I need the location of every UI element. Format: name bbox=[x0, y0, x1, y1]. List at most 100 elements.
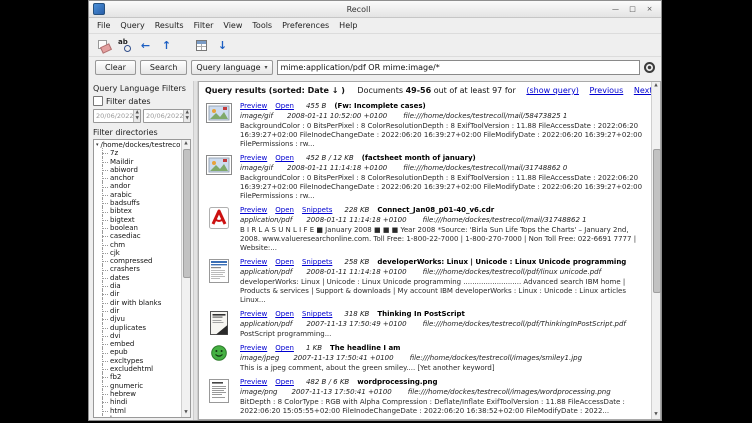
preview-link[interactable]: Preview bbox=[240, 310, 267, 318]
result-row[interactable]: PreviewOpen837 B / 115 KBGeorge Scott im… bbox=[205, 418, 647, 419]
next-page-icon[interactable]: ↓ bbox=[215, 38, 230, 53]
tree-item[interactable]: embed bbox=[96, 340, 181, 348]
table-view-icon[interactable] bbox=[194, 38, 209, 53]
menu-file[interactable]: File bbox=[92, 20, 115, 31]
preview-link[interactable]: Preview bbox=[240, 102, 267, 110]
tree-scrollbar-thumb[interactable] bbox=[183, 149, 191, 278]
clear-button[interactable]: Clear bbox=[95, 60, 136, 75]
previous-page-icon[interactable]: ← bbox=[138, 38, 153, 53]
menu-query[interactable]: Query bbox=[115, 20, 149, 31]
date-to-spinner[interactable]: ▲▼ bbox=[183, 110, 190, 122]
tree-item[interactable]: boolean bbox=[96, 224, 181, 232]
search-mode-select[interactable]: Query language ▾ bbox=[191, 60, 272, 75]
query-input[interactable] bbox=[277, 60, 640, 75]
preview-link[interactable]: Preview bbox=[240, 206, 267, 214]
scroll-up-icon[interactable]: ▲ bbox=[182, 140, 190, 148]
preview-link[interactable]: Preview bbox=[240, 154, 267, 162]
tree-item[interactable]: dvi bbox=[96, 332, 181, 340]
tree-item[interactable]: abiword bbox=[96, 166, 181, 174]
results-scrollbar-thumb[interactable] bbox=[653, 149, 661, 293]
results-scrollbar[interactable]: ▲ ▼ bbox=[651, 82, 660, 419]
term-explorer-icon[interactable] bbox=[117, 38, 132, 53]
tree-item[interactable]: badsuffs bbox=[96, 199, 181, 207]
scroll-down-icon[interactable]: ▼ bbox=[652, 411, 660, 419]
menu-tools[interactable]: Tools bbox=[247, 20, 277, 31]
date-from-spinner[interactable]: ▲▼ bbox=[133, 110, 140, 122]
open-link[interactable]: Open bbox=[275, 102, 294, 110]
tree-item[interactable]: anchor bbox=[96, 174, 181, 182]
menu-filter[interactable]: Filter bbox=[189, 20, 219, 31]
tree-item[interactable]: dir bbox=[96, 307, 181, 315]
preview-link[interactable]: Preview bbox=[240, 378, 267, 386]
tree-item[interactable]: chm bbox=[96, 241, 181, 249]
menu-help[interactable]: Help bbox=[334, 20, 362, 31]
tree-item[interactable]: casediac bbox=[96, 232, 181, 240]
date-from-field[interactable]: 20/06/2022 ▲▼ bbox=[93, 109, 141, 123]
result-row[interactable]: PreviewOpenSnippets258 KBdeveloperWorks:… bbox=[205, 255, 647, 307]
spin-down-icon[interactable]: ▼ bbox=[134, 116, 140, 122]
minimize-button[interactable]: — bbox=[608, 3, 623, 16]
titlebar[interactable]: Recoll — □ × bbox=[89, 1, 661, 18]
menu-view[interactable]: View bbox=[218, 20, 247, 31]
preview-link[interactable]: Preview bbox=[240, 258, 267, 266]
tree-item[interactable]: hebrew bbox=[96, 390, 181, 398]
open-link[interactable]: Open bbox=[275, 378, 294, 386]
date-to-field[interactable]: 20/06/2022 ▲▼ bbox=[143, 109, 191, 123]
tree-item[interactable]: cjk bbox=[96, 249, 181, 257]
result-row[interactable]: PreviewOpen482 B / 6 KBwordprocessing.pn… bbox=[205, 375, 647, 418]
open-link[interactable]: Open bbox=[275, 206, 294, 214]
tree-item[interactable]: epub bbox=[96, 348, 181, 356]
open-link[interactable]: Open bbox=[275, 258, 294, 266]
maximize-button[interactable]: □ bbox=[625, 3, 640, 16]
filter-dates-checkbox[interactable] bbox=[93, 96, 103, 106]
tree-item[interactable]: html bbox=[96, 407, 181, 415]
tree-item[interactable]: hwp bbox=[96, 415, 181, 417]
tree-item[interactable]: dir with blanks bbox=[96, 299, 181, 307]
menu-preferences[interactable]: Preferences bbox=[277, 20, 334, 31]
next-page-link[interactable]: Next bbox=[634, 86, 651, 95]
result-row[interactable]: PreviewOpenSnippets318 KBThinking In Pos… bbox=[205, 307, 647, 341]
spin-down-icon[interactable]: ▼ bbox=[184, 116, 190, 122]
scroll-up-icon[interactable]: ▲ bbox=[652, 82, 660, 90]
tree-expander-icon[interactable]: ▾ bbox=[96, 141, 99, 149]
preview-link[interactable]: Preview bbox=[240, 344, 267, 352]
tree-root-item[interactable]: ▾ /home/dockes/testrecoll bbox=[96, 141, 181, 149]
tree-item[interactable]: arabic bbox=[96, 191, 181, 199]
menu-results[interactable]: Results bbox=[150, 20, 189, 31]
result-row[interactable]: PreviewOpenSnippets228 KBConnect_Jan08_p… bbox=[205, 203, 647, 255]
result-row[interactable]: PreviewOpen1 KBThe headline I am image/j… bbox=[205, 341, 647, 375]
previous-page-link[interactable]: Previous bbox=[589, 86, 623, 95]
tree-item[interactable]: excludehtml bbox=[96, 365, 181, 373]
search-button[interactable]: Search bbox=[140, 60, 187, 75]
filter-dates-row[interactable]: Filter dates bbox=[93, 96, 191, 106]
snippets-link[interactable]: Snippets bbox=[302, 258, 332, 266]
tree-item[interactable]: bigtext bbox=[96, 216, 181, 224]
result-row[interactable]: PreviewOpen455 B(Fw: Incomplete cases) i… bbox=[205, 99, 647, 151]
tree-item[interactable]: excltypes bbox=[96, 357, 181, 365]
tree-item[interactable]: fb2 bbox=[96, 373, 181, 381]
tree-item[interactable]: gnumeric bbox=[96, 382, 181, 390]
tree-item[interactable]: dir bbox=[96, 290, 181, 298]
tree-item[interactable]: dia bbox=[96, 282, 181, 290]
directory-tree[interactable]: ▾ /home/dockes/testrecoll 7z Maildir abi… bbox=[94, 140, 181, 417]
tree-item[interactable]: duplicates bbox=[96, 324, 181, 332]
show-query-link[interactable]: (show query) bbox=[526, 86, 579, 95]
first-page-icon[interactable]: ↑ bbox=[159, 38, 174, 53]
snippets-link[interactable]: Snippets bbox=[302, 310, 332, 318]
tree-scrollbar[interactable]: ▲ ▼ bbox=[181, 140, 190, 417]
tree-item[interactable]: Maildir bbox=[96, 158, 181, 166]
tree-item[interactable]: dates bbox=[96, 274, 181, 282]
close-button[interactable]: × bbox=[642, 3, 657, 16]
tree-item[interactable]: bibtex bbox=[96, 207, 181, 215]
result-row[interactable]: PreviewOpen452 B / 12 KB(factsheet month… bbox=[205, 151, 647, 203]
open-link[interactable]: Open bbox=[275, 310, 294, 318]
open-link[interactable]: Open bbox=[275, 344, 294, 352]
tree-item[interactable]: andor bbox=[96, 182, 181, 190]
snippets-link[interactable]: Snippets bbox=[302, 206, 332, 214]
tree-item[interactable]: crashers bbox=[96, 265, 181, 273]
tree-item[interactable]: hindi bbox=[96, 398, 181, 406]
clear-search-icon[interactable] bbox=[96, 38, 111, 53]
open-link[interactable]: Open bbox=[275, 154, 294, 162]
tree-item[interactable]: compressed bbox=[96, 257, 181, 265]
scroll-down-icon[interactable]: ▼ bbox=[182, 409, 190, 417]
